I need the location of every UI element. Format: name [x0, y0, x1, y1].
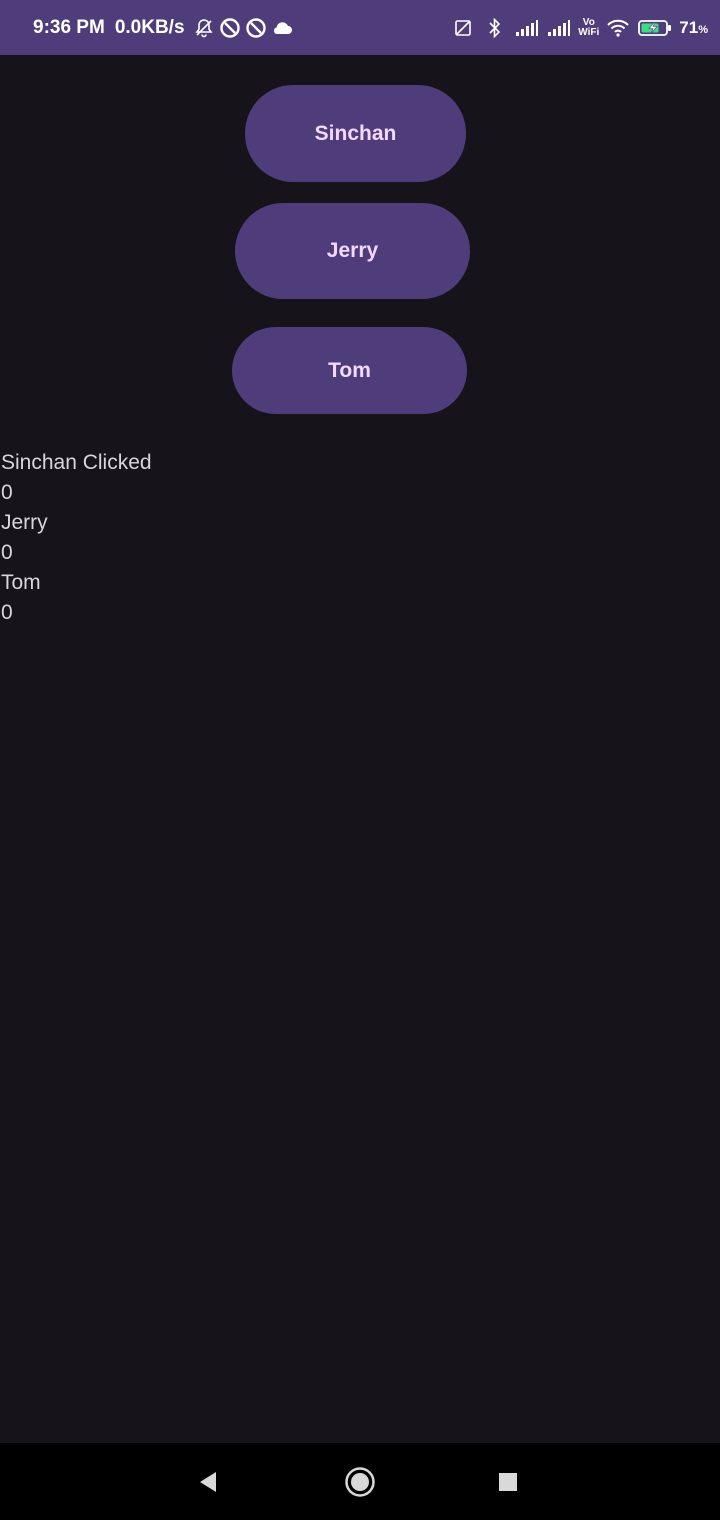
sinchan-clicked-label: Sinchan Clicked [1, 451, 152, 474]
data-saver-icon [243, 15, 269, 41]
status-bar: 9:36 PM 0.0KB/s Vo WiFi 71% [0, 0, 720, 55]
signal-icon [546, 15, 572, 41]
status-time: 9:36 PM [33, 16, 105, 38]
jerry-button[interactable]: Jerry [235, 203, 470, 299]
tom-button[interactable]: Tom [232, 327, 467, 414]
battery-charging-icon [637, 15, 673, 41]
battery-percent: 71% [679, 17, 708, 37]
mute-icon [191, 15, 217, 41]
battery-percent-unit: % [698, 23, 708, 36]
tom-click-count: 0 [1, 601, 13, 624]
back-icon[interactable] [178, 1443, 238, 1520]
home-icon[interactable] [330, 1443, 390, 1520]
signal-icon [514, 15, 540, 41]
bluetooth-icon [482, 15, 508, 41]
status-left: 9:36 PM 0.0KB/s [33, 0, 295, 55]
network-speed: 0.0KB/s [114, 16, 185, 38]
recents-icon[interactable] [478, 1443, 538, 1520]
navigation-bar [0, 1443, 720, 1520]
sinchan-click-count: 0 [1, 481, 13, 504]
volte-bottom-label: WiFi [578, 26, 600, 38]
tom-clicked-label: Tom [1, 571, 41, 594]
status-right: Vo WiFi 71% [450, 0, 708, 55]
wifi-icon [605, 15, 631, 41]
no-sim-icon [450, 15, 476, 41]
data-saver-icon [217, 15, 243, 41]
volte-wifi-icon: Vo WiFi [578, 16, 600, 38]
cloud-icon [269, 15, 295, 41]
click-counter-list: Sinchan Clicked 0 Jerry 0 Tom 0 [1, 448, 152, 628]
jerry-clicked-label: Jerry [1, 511, 48, 534]
volte-top-label: Vo [582, 16, 595, 28]
sinchan-button[interactable]: Sinchan [245, 85, 466, 182]
jerry-click-count: 0 [1, 541, 13, 564]
